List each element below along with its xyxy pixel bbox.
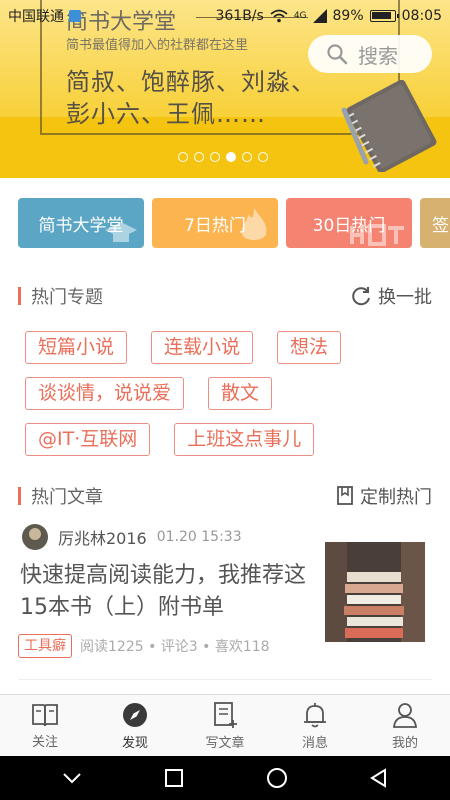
topic-tag[interactable]: 想法 — [277, 331, 342, 364]
avatar[interactable] — [22, 524, 48, 550]
category-label: 签 — [432, 215, 449, 236]
signal-type: 4G — [293, 11, 307, 21]
refresh-label: 换一批 — [378, 287, 432, 308]
home-icon[interactable] — [266, 767, 288, 789]
tab-messages[interactable]: 消息 — [270, 695, 360, 756]
section-accent-bar — [18, 287, 21, 305]
customize-label: 定制热门 — [360, 487, 432, 508]
author-name[interactable]: 厉兆林2016 — [58, 525, 147, 549]
wifi-icon — [270, 9, 288, 23]
system-navigation-bar — [0, 756, 450, 800]
carousel-dot[interactable] — [178, 152, 188, 162]
carousel-dot-active[interactable] — [226, 152, 236, 162]
tab-label: 关注 — [31, 734, 58, 750]
tab-me[interactable]: 我的 — [360, 695, 450, 756]
topic-tag[interactable]: 散文 — [208, 377, 273, 410]
banner-subtitle: 简书最值得加入的社群都在这里 — [66, 38, 249, 53]
category-card-signin[interactable]: 签 — [420, 198, 450, 248]
category-card-7day[interactable]: 7日热门 — [152, 198, 278, 248]
tab-label: 写文章 — [205, 735, 245, 751]
tab-follow[interactable]: 关注 — [0, 695, 90, 756]
carrier-label: 中国联通 — [8, 9, 64, 25]
write-article-icon — [214, 701, 237, 728]
refresh-topics-button[interactable]: 换一批 — [350, 283, 432, 309]
topic-tag[interactable]: @IT·互联网 — [25, 423, 151, 456]
customize-hot-button[interactable]: 定制热门 — [336, 483, 432, 509]
tab-write[interactable]: 写文章 — [180, 695, 270, 756]
section-title: 热门文章 — [31, 487, 103, 508]
recents-icon[interactable] — [164, 768, 184, 788]
category-card-30day[interactable]: 30日热门 — [286, 198, 412, 248]
category-card-university[interactable]: 简书大学堂 — [18, 198, 144, 248]
article-author[interactable]: 厉兆林2016 01.20 15:33 — [22, 524, 242, 550]
article-collection-tag[interactable]: 工具癖 — [18, 634, 72, 658]
screen: 简书大学堂 简书最值得加入的社群都在这里 简叔、饱醉豚、刘淼、 彭小六、王佩……… — [0, 0, 450, 800]
status-bar: 中国联通 361B/s 4G 89% 08:05 — [0, 0, 450, 32]
search-icon — [327, 44, 348, 65]
tab-label: 消息 — [301, 735, 328, 751]
carousel-indicator — [178, 152, 268, 162]
user-icon — [393, 702, 417, 728]
battery-icon — [369, 10, 399, 22]
graduation-cap-icon — [105, 222, 137, 242]
article-thumbnail[interactable] — [325, 542, 425, 642]
signal-icon — [312, 9, 327, 23]
hot-articles-header: 热门文章 定制热门 — [18, 484, 432, 508]
carousel-dot[interactable] — [258, 152, 268, 162]
section-title: 热门专题 — [31, 287, 103, 308]
notebook-illustration — [341, 80, 437, 172]
divider — [18, 679, 432, 680]
topic-tags: 短篇小说 连载小说 想法 谈谈情，说说爱 散文 @IT·互联网 上班这点事儿 — [25, 331, 435, 469]
network-speed: 361B/s — [215, 8, 264, 24]
category-cards: 简书大学堂 7日热门 30日热门 签 — [18, 198, 450, 248]
topic-tag[interactable]: 谈谈情，说说爱 — [25, 377, 185, 410]
topic-tag[interactable]: 连载小说 — [151, 331, 254, 364]
hot-icon — [350, 224, 404, 246]
bookmark-icon — [337, 486, 353, 505]
battery-percent: 89% — [332, 8, 364, 24]
banner-text-line-2: 彭小六、王佩…… — [66, 100, 266, 128]
publish-time: 01.20 15:33 — [156, 529, 242, 545]
search-button[interactable]: 搜索 — [308, 35, 432, 73]
article-stats: 阅读1225 • 评论3 • 喜欢118 — [80, 639, 270, 655]
notification-icon — [69, 10, 81, 22]
flame-icon — [241, 208, 267, 240]
carousel-dot[interactable] — [210, 152, 220, 162]
tab-label: 我的 — [391, 735, 418, 751]
carousel-dot[interactable] — [242, 152, 252, 162]
article-meta: 工具癖 阅读1225 • 评论3 • 喜欢118 — [18, 634, 270, 658]
bottom-tab-bar: 关注 发现 写文章 消息 我的 — [0, 694, 450, 756]
back-icon[interactable] — [369, 768, 389, 788]
book-icon — [32, 703, 58, 726]
hot-topics-header: 热门专题 换一批 — [18, 284, 432, 308]
topic-tag[interactable]: 上班这点事儿 — [174, 423, 315, 456]
tab-discover[interactable]: 发现 — [90, 695, 180, 756]
article-title[interactable]: 快速提高阅读能力，我推荐这15本书（上）附书单 — [20, 560, 320, 624]
collapse-icon[interactable] — [61, 771, 83, 785]
section-accent-bar — [18, 487, 21, 505]
banner-text-line-1: 简叔、饱醉豚、刘淼、 — [66, 68, 316, 96]
clock: 08:05 — [401, 8, 442, 24]
bell-icon — [304, 702, 326, 727]
carousel-dot[interactable] — [194, 152, 204, 162]
topic-tag[interactable]: 短篇小说 — [25, 331, 128, 364]
refresh-icon — [352, 287, 370, 306]
compass-icon — [123, 702, 147, 727]
search-label: 搜索 — [358, 43, 398, 68]
tab-label: 发现 — [121, 735, 148, 751]
